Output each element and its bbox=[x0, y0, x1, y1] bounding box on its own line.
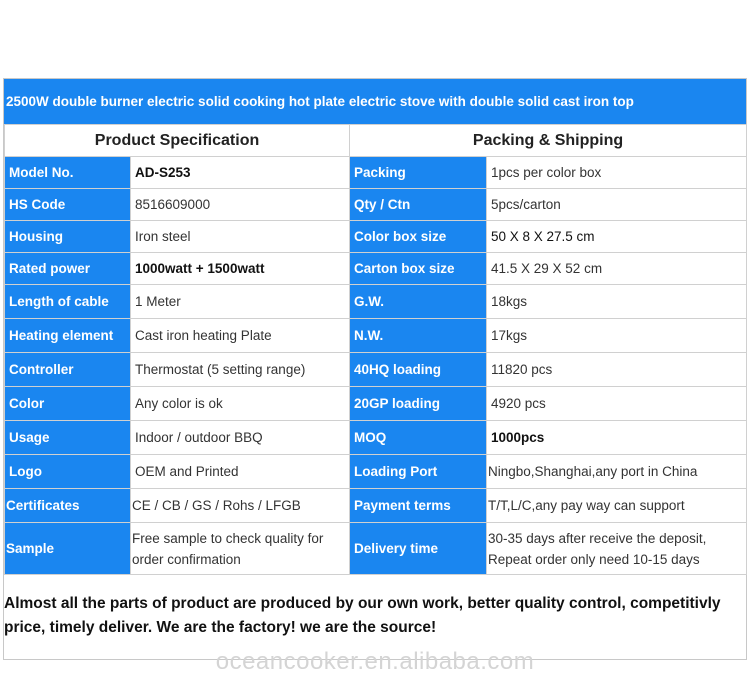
table-row: Controller Thermostat (5 setting range) … bbox=[4, 352, 748, 387]
spec-key: Housing bbox=[4, 220, 131, 253]
shipping-value: 41.5 X 29 X 52 cm bbox=[485, 252, 748, 285]
table-row: Certificates CE / CB / GS / Rohs / LFGB … bbox=[4, 488, 748, 523]
spec-key: Length of cable bbox=[4, 284, 131, 319]
spec-value: 8516609000 bbox=[130, 188, 350, 221]
shipping-key: Payment terms bbox=[349, 488, 487, 523]
spec-value: OEM and Printed bbox=[130, 454, 350, 489]
shipping-value: 50 X 8 X 27.5 cm bbox=[485, 220, 748, 253]
spec-value: CE / CB / GS / Rohs / LFGB bbox=[130, 488, 350, 523]
spec-value: Free sample to check quality for order c… bbox=[130, 522, 350, 575]
spec-key: Usage bbox=[4, 420, 131, 455]
spec-value: Indoor / outdoor BBQ bbox=[130, 420, 350, 455]
table-row: Model No. AD-S253 Packing 1pcs per color… bbox=[4, 156, 748, 189]
table-row: Housing Iron steel Color box size 50 X 8… bbox=[4, 220, 748, 253]
watermark: oceancooker.en.alibaba.com bbox=[215, 648, 535, 675]
table-row: Length of cable 1 Meter G.W. 18kgs bbox=[4, 284, 748, 319]
spec-key: Sample bbox=[4, 522, 131, 575]
shipping-value: 18kgs bbox=[485, 284, 748, 319]
spec-table: Product Specification Packing & Shipping… bbox=[4, 124, 748, 575]
header-packing-shipping: Packing & Shipping bbox=[348, 124, 748, 157]
table-row: Heating element Cast iron heating Plate … bbox=[4, 318, 748, 353]
spec-key: Model No. bbox=[4, 156, 131, 189]
spec-value: 1 Meter bbox=[130, 284, 350, 319]
table-row: Rated power 1000watt + 1500watt Carton b… bbox=[4, 252, 748, 285]
spec-key: Controller bbox=[4, 352, 131, 387]
spec-key: HS Code bbox=[4, 188, 131, 221]
spec-key: Rated power bbox=[4, 252, 131, 285]
spec-value: Cast iron heating Plate bbox=[130, 318, 350, 353]
spec-key: Color bbox=[4, 386, 131, 421]
shipping-value: 5pcs/carton bbox=[485, 188, 748, 221]
shipping-key: Packing bbox=[349, 156, 487, 189]
shipping-key: N.W. bbox=[349, 318, 487, 353]
shipping-value: 17kgs bbox=[485, 318, 748, 353]
table-row: Logo OEM and Printed Loading Port Ningbo… bbox=[4, 454, 748, 489]
spec-value: 1000watt + 1500watt bbox=[130, 252, 350, 285]
shipping-key: 20GP loading bbox=[349, 386, 487, 421]
spec-key: Heating element bbox=[4, 318, 131, 353]
shipping-value: 1pcs per color box bbox=[485, 156, 748, 189]
shipping-key: Qty / Ctn bbox=[349, 188, 487, 221]
spec-value: AD-S253 bbox=[130, 156, 350, 189]
spec-value: Any color is ok bbox=[130, 386, 350, 421]
spec-value: Thermostat (5 setting range) bbox=[130, 352, 350, 387]
spec-key: Logo bbox=[4, 454, 131, 489]
shipping-key: 40HQ loading bbox=[349, 352, 487, 387]
spec-value: Iron steel bbox=[130, 220, 350, 253]
table-header-row: Product Specification Packing & Shipping bbox=[4, 124, 748, 157]
table-row: Usage Indoor / outdoor BBQ MOQ 1000pcs bbox=[4, 420, 748, 455]
shipping-value: T/T,L/C,any pay way can support bbox=[485, 488, 748, 523]
shipping-value: 11820 pcs bbox=[485, 352, 748, 387]
header-product-specification: Product Specification bbox=[4, 124, 350, 157]
table-row: Sample Free sample to check quality for … bbox=[4, 522, 748, 575]
shipping-value: 30-35 days after receive the deposit, Re… bbox=[485, 522, 748, 575]
factory-note: Almost all the parts of product are prod… bbox=[4, 595, 721, 636]
shipping-key: Delivery time bbox=[349, 522, 487, 575]
shipping-key: G.W. bbox=[349, 284, 487, 319]
shipping-key: Loading Port bbox=[349, 454, 487, 489]
shipping-key: Color box size bbox=[349, 220, 487, 253]
spec-key: Certificates bbox=[4, 488, 131, 523]
shipping-value: 4920 pcs bbox=[485, 386, 748, 421]
shipping-key: MOQ bbox=[349, 420, 487, 455]
table-row: Color Any color is ok 20GP loading 4920 … bbox=[4, 386, 748, 421]
shipping-value: Ningbo,Shanghai,any port in China bbox=[485, 454, 748, 489]
shipping-key: Carton box size bbox=[349, 252, 487, 285]
shipping-value: 1000pcs bbox=[485, 420, 748, 455]
product-title: 2500W double burner electric solid cooki… bbox=[4, 79, 746, 124]
table-row: HS Code 8516609000 Qty / Ctn 5pcs/carton bbox=[4, 188, 748, 221]
